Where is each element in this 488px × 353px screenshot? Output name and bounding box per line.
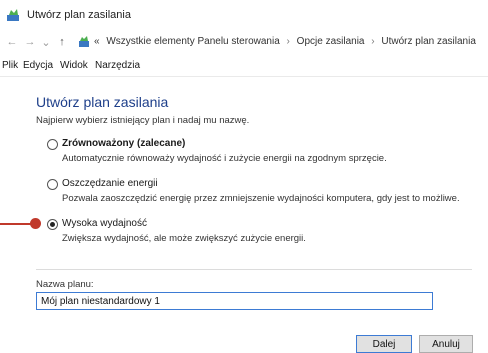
divider bbox=[36, 269, 472, 270]
control-panel-icon bbox=[7, 9, 19, 21]
radio-high-performance[interactable] bbox=[47, 219, 58, 230]
option-balanced-description: Automatycznie równoważy wydajność i zuży… bbox=[62, 153, 387, 164]
address-bar: ← → ⌄ ↑ « Wszystkie elementy Panelu ster… bbox=[0, 30, 488, 56]
radio-balanced[interactable] bbox=[47, 139, 58, 150]
forward-arrow-icon[interactable]: → bbox=[22, 34, 38, 50]
menu-tools[interactable]: Narzędzia bbox=[95, 60, 140, 71]
breadcrumb-separator: › bbox=[286, 36, 290, 47]
menu-file[interactable]: Plik bbox=[2, 60, 18, 71]
breadcrumb-item-power-options[interactable]: Opcje zasilania bbox=[297, 36, 365, 47]
recent-locations-icon[interactable]: ⌄ bbox=[38, 34, 54, 50]
menu-bar: Plik Edycja Widok Narzędzia bbox=[0, 56, 488, 77]
callout-marker bbox=[30, 218, 41, 229]
title-bar: Utwórz plan zasilania bbox=[0, 0, 488, 30]
up-arrow-icon[interactable]: ↑ bbox=[54, 34, 70, 50]
cancel-button[interactable]: Anuluj bbox=[419, 335, 473, 353]
option-balanced-label[interactable]: Zrównoważony (zalecane) bbox=[62, 138, 185, 149]
page-title: Utwórz plan zasilania bbox=[36, 94, 169, 110]
main-content: Utwórz plan zasilania Najpierw wybierz i… bbox=[0, 77, 488, 353]
breadcrumb-overflow[interactable]: « bbox=[94, 36, 100, 47]
breadcrumb-item-all-control-panel[interactable]: Wszystkie elementy Panelu sterowania bbox=[106, 36, 279, 47]
callout-line bbox=[0, 223, 33, 225]
option-power-saver-description: Pozwala zaoszczędzić energię przez zmnie… bbox=[62, 193, 460, 204]
menu-view[interactable]: Widok bbox=[60, 60, 88, 71]
next-button[interactable]: Dalej bbox=[356, 335, 412, 353]
option-high-performance-description: Zwiększa wydajność, ale może zwiększyć z… bbox=[62, 233, 306, 244]
breadcrumb: « Wszystkie elementy Panelu sterowania ›… bbox=[94, 36, 476, 47]
plan-name-label: Nazwa planu: bbox=[36, 279, 94, 290]
window-title: Utwórz plan zasilania bbox=[27, 9, 131, 21]
menu-edit[interactable]: Edycja bbox=[23, 60, 53, 71]
breadcrumb-item-create-power-plan[interactable]: Utwórz plan zasilania bbox=[381, 36, 476, 47]
instruction-text: Najpierw wybierz istniejący plan i nadaj… bbox=[36, 115, 250, 126]
control-panel-icon bbox=[79, 36, 89, 47]
back-arrow-icon[interactable]: ← bbox=[4, 34, 20, 50]
breadcrumb-separator: › bbox=[371, 36, 375, 47]
option-power-saver-label[interactable]: Oszczędzanie energii bbox=[62, 178, 158, 189]
plan-name-input[interactable] bbox=[36, 292, 433, 310]
radio-power-saver[interactable] bbox=[47, 179, 58, 190]
option-high-performance-label[interactable]: Wysoka wydajność bbox=[62, 218, 147, 229]
